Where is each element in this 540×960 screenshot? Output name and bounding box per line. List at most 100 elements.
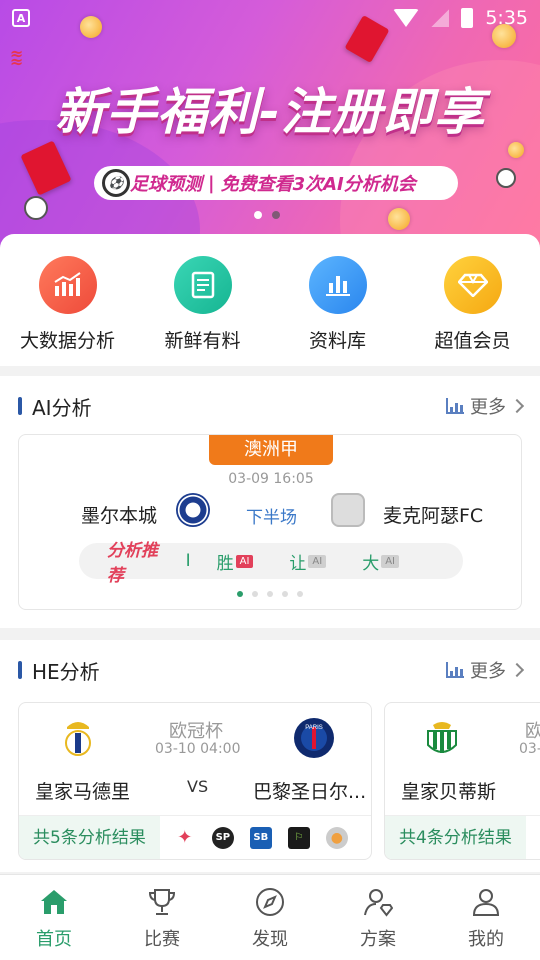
quick-menu-database[interactable]: 资料库 — [270, 256, 405, 366]
tab-label: 发现 — [252, 929, 288, 950]
competition-name: 欧冠杯 — [169, 721, 223, 742]
home-team: 墨尔本城 — [81, 505, 158, 527]
quick-menu: 大数据分析 新鲜有料 资料库 超值会员 — [0, 234, 540, 366]
football-icon: ⚽ — [102, 169, 130, 197]
source-logo-icon: SB — [249, 826, 272, 849]
source-list: ✦ SP SB ⚐ ● — [174, 826, 348, 849]
pagination-dot — [272, 211, 280, 219]
he-analysis-section: HE分析 更多 欧冠杯 03-10 04:00 PARIS 皇家马德里 VS 巴… — [0, 640, 540, 872]
user-icon — [471, 887, 501, 917]
pick-label: 让 — [289, 553, 307, 574]
coin-icon — [388, 208, 410, 230]
quick-menu-news[interactable]: 新鲜有料 — [135, 256, 270, 366]
news-icon — [173, 256, 232, 314]
recommendation-separator: I — [185, 551, 191, 571]
banner-subtitle-sep: | — [208, 172, 215, 194]
recommendation-bar[interactable]: 分析推荐 I 胜 AI 让 AI 大 AI — [79, 541, 463, 586]
status-bar: A 5:35 — [0, 0, 540, 36]
stats-icon — [446, 398, 464, 414]
pagination-dot-active — [254, 211, 262, 219]
pick-over: 大 AI — [362, 549, 399, 574]
section-marker — [18, 661, 22, 679]
tab-label: 比赛 — [144, 929, 180, 950]
banner-subtitle: ⚽ 足球预测 | 免费查看3次AI分析机会 — [94, 166, 458, 200]
promo-banner[interactable]: ≈ ≈ A 5:35 新手福利-注册即享 ⚽ 足球预测 | 免费查看3次AI分析机… — [0, 0, 540, 250]
more-link[interactable]: 更多 — [446, 393, 525, 419]
section-marker — [18, 397, 22, 415]
section-title: HE分析 — [32, 659, 100, 684]
battery-icon — [461, 8, 474, 28]
diamond-icon — [443, 256, 502, 314]
home-team: 皇家马德里 — [35, 781, 131, 803]
pick-label: 胜 — [216, 553, 234, 574]
notification-icon: A — [12, 9, 30, 27]
recommendation-title: 分析推荐 — [107, 541, 158, 586]
section-header: AI分析 更多 — [0, 376, 540, 436]
ai-analysis-section: AI分析 更多 澳洲甲 03-09 16:05 墨尔本城 下半场 麦克阿瑟FC … — [0, 376, 540, 628]
pagination-dot-active — [237, 591, 243, 597]
real-betis-logo-icon — [427, 722, 457, 753]
versus-label: VS — [187, 777, 209, 796]
pagination-dot — [267, 591, 273, 597]
pagination-dot — [282, 591, 288, 597]
analysis-footer: 共5条分析结果 ✦ SP SB ⚐ ● — [19, 815, 371, 859]
tab-matches[interactable]: 比赛 — [108, 875, 216, 960]
source-logo-icon: ● — [325, 826, 348, 849]
source-logo-icon: SP — [211, 826, 234, 849]
analysis-footer: 共4条分析结果 — [385, 815, 540, 859]
he-match-card[interactable]: 欧 03- 皇家贝蒂斯 共4条分析结果 — [384, 702, 540, 860]
tab-profile[interactable]: 我的 — [432, 875, 540, 960]
match-time: 03-10 04:00 — [155, 741, 241, 757]
he-match-card[interactable]: 欧冠杯 03-10 04:00 PARIS 皇家马德里 VS 巴黎圣日尔... … — [18, 702, 372, 860]
ai-tag: AI — [308, 554, 327, 568]
pagination-dot — [297, 591, 303, 597]
away-team-logo-icon — [331, 493, 365, 527]
competition-name: 欧 — [525, 717, 540, 743]
banner-subtitle-part2: 免费查看3次AI分析机会 — [220, 174, 416, 195]
psg-logo-icon: PARIS — [294, 718, 334, 758]
home-team-logo-icon — [176, 493, 210, 527]
away-team: 麦克阿瑟FC — [383, 505, 484, 527]
source-logo-icon: ⚐ — [287, 826, 310, 849]
source-logo-icon: ✦ — [177, 827, 193, 848]
pick-win: 胜 AI — [217, 549, 254, 574]
home-icon — [39, 887, 69, 917]
league-badge: 澳洲甲 — [209, 435, 333, 465]
quick-menu-big-data[interactable]: 大数据分析 — [0, 256, 135, 366]
quick-menu-label: 新鲜有料 — [164, 330, 241, 352]
analysis-count: 共4条分析结果 — [385, 815, 526, 859]
bar-chart-icon — [308, 256, 367, 314]
away-team: 巴黎圣日尔... — [253, 781, 367, 803]
tab-label: 我的 — [468, 929, 504, 950]
chevron-right-icon — [509, 662, 525, 678]
quick-menu-label: 资料库 — [308, 330, 366, 352]
clock: 5:35 — [485, 7, 528, 29]
stats-icon — [446, 662, 464, 678]
wifi-icon — [393, 9, 420, 27]
wave-decoration-icon: ≈ ≈ — [10, 44, 24, 71]
match-status: 下半场 — [246, 508, 297, 528]
coin-icon — [508, 142, 524, 158]
banner-subtitle-part1: 足球预测 — [130, 174, 202, 195]
more-label: 更多 — [470, 397, 506, 418]
plan-icon — [363, 887, 393, 917]
bottom-tab-bar: 首页 比赛 发现 方案 我的 — [0, 874, 540, 960]
quick-menu-label: 超值会员 — [434, 330, 511, 352]
section-title: AI分析 — [32, 395, 92, 420]
chart-icon — [38, 256, 97, 314]
trophy-icon — [147, 887, 177, 917]
tab-label: 方案 — [360, 929, 396, 950]
match-time: 03-09 16:05 — [228, 471, 314, 487]
more-link[interactable]: 更多 — [446, 657, 525, 683]
tab-label: 首页 — [36, 929, 72, 950]
match-card[interactable]: 澳洲甲 03-09 16:05 墨尔本城 下半场 麦克阿瑟FC 分析推荐 I 胜… — [18, 434, 522, 610]
tab-plans[interactable]: 方案 — [324, 875, 432, 960]
banner-pagination — [254, 211, 280, 219]
tab-home[interactable]: 首页 — [0, 875, 108, 960]
home-team: 皇家贝蒂斯 — [401, 781, 497, 803]
tab-discover[interactable]: 发现 — [216, 875, 324, 960]
quick-menu-vip[interactable]: 超值会员 — [405, 256, 540, 366]
chevron-right-icon — [509, 398, 525, 414]
analysis-count: 共5条分析结果 — [19, 815, 160, 859]
svg-text:PARIS: PARIS — [305, 725, 323, 731]
